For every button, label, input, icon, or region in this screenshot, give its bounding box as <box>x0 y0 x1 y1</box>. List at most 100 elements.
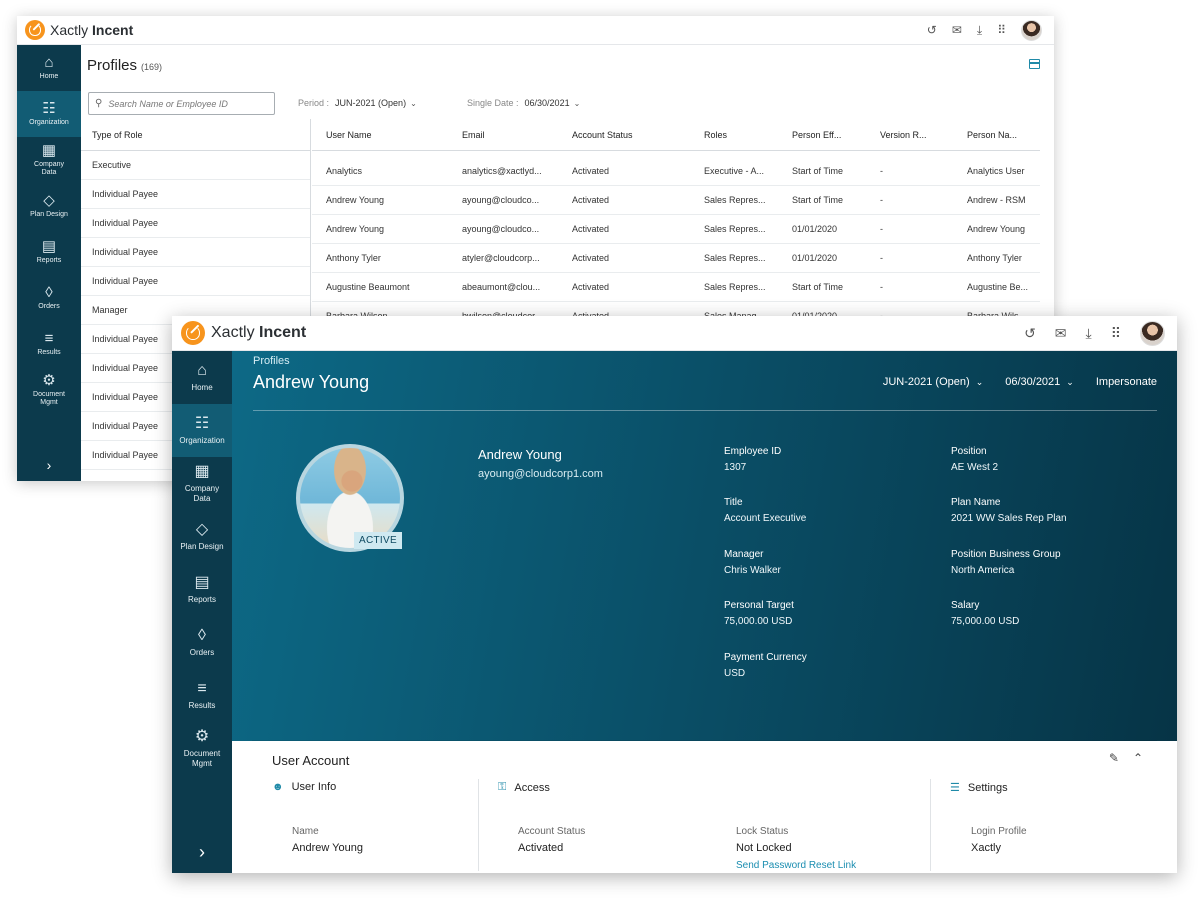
table-header: User Name Email Account Status Roles Person … <box>312 119 1040 151</box>
profile-name-text: Andrew Young <box>478 447 562 462</box>
nav-results[interactable]: ≡ Results <box>17 321 81 367</box>
mail-icon[interactable]: ✉ <box>1055 325 1067 342</box>
nav-organization[interactable]: ☷ Organization <box>17 91 81 137</box>
nav-reports[interactable]: ▤ Reports <box>17 229 81 275</box>
xactly-logo[interactable]: Xactly Incent <box>181 321 306 345</box>
nav-organization[interactable]: ☷ Organization <box>172 404 232 457</box>
role-cell: Individual Payee <box>92 218 159 228</box>
brand-name-light: Xactly <box>50 22 89 38</box>
download-icon[interactable]: ⤓ <box>1086 325 1092 342</box>
period-filter[interactable]: Period : JUN-2021 (Open) ⌄ <box>298 98 417 108</box>
history-icon[interactable]: ↺ <box>927 23 937 37</box>
field-employee-id: Employee ID 1307 <box>724 444 781 475</box>
table-cell: Start of Time <box>792 166 844 176</box>
column-header[interactable]: Email <box>448 130 558 140</box>
field-label: Lock Status <box>736 826 789 837</box>
table-row[interactable]: Individual Payee <box>81 209 310 238</box>
user-icon: ☻ <box>272 781 284 793</box>
table-row[interactable]: Individual Payee <box>81 180 310 209</box>
chevron-down-icon: ⌄ <box>410 99 417 108</box>
table-cell: Analytics <box>326 166 363 176</box>
page-title-text: Andrew Young <box>253 372 370 392</box>
nav-document-mgmt[interactable]: ⚙ Document Mgmt <box>172 722 232 775</box>
role-column-header[interactable]: Type of Role <box>81 119 310 151</box>
field-label: Position <box>951 446 987 457</box>
single-date-filter[interactable]: Single Date : 06/30/2021 ⌄ <box>467 98 580 108</box>
table-row[interactable]: Andrew Young ayoung@cloudco... Activated Sa… <box>312 186 1040 215</box>
table-row[interactable]: Anthony Tyler atyler@cloudcorp... Activate… <box>312 244 1040 273</box>
xactly-logo[interactable]: Xactly Incent <box>25 20 133 40</box>
field-value: Not Locked <box>736 842 792 854</box>
profile-header: Profiles Andrew Young JUN-2021 (Open) ⌄ 0… <box>232 351 1177 741</box>
column-header[interactable]: Person Na... <box>953 130 1033 140</box>
column-header[interactable]: User Name <box>312 130 448 140</box>
nav-reports[interactable]: ▤ Reports <box>172 563 232 616</box>
role-cell: Individual Payee <box>92 276 159 286</box>
field-position: Position AE West 2 <box>951 444 998 475</box>
column-header[interactable]: Roles <box>690 130 778 140</box>
column-header[interactable]: Account Status <box>558 130 690 140</box>
shapes-icon: ◇ <box>43 191 55 209</box>
user-avatar[interactable] <box>1021 19 1042 41</box>
layout-toggle-icon[interactable] <box>1029 59 1040 69</box>
nav-home[interactable]: ⌂ Home <box>17 45 81 91</box>
mail-icon[interactable]: ✉ <box>952 23 962 37</box>
table-cell: 01/01/2020 <box>792 253 838 263</box>
table-icon: ▦ <box>194 463 210 481</box>
download-icon[interactable]: ⤓ <box>977 23 982 38</box>
field-value: 75,000.00 USD <box>951 615 1020 627</box>
impersonate-button[interactable]: Impersonate <box>1096 376 1157 388</box>
table-cell: atyler@cloudcorp... <box>462 253 540 263</box>
table-cell: Andrew Young <box>967 224 1026 234</box>
column-header[interactable]: Person Eff... <box>778 130 866 140</box>
send-password-reset-link[interactable]: Send Password Reset Link <box>736 860 856 871</box>
table-cell: Start of Time <box>792 282 844 292</box>
nav-plan-design[interactable]: ◇ Plan Design <box>17 183 81 229</box>
expand-sidebar-chevron-icon[interactable]: › <box>17 457 81 473</box>
table-row[interactable]: Individual Payee <box>81 238 310 267</box>
table-row[interactable]: Executive <box>81 151 310 180</box>
xactly-logo-mark-icon <box>25 20 45 40</box>
apps-grid-icon[interactable]: ⠿ <box>997 23 1006 37</box>
table-cell: - <box>880 253 883 263</box>
nav-results[interactable]: ≡ Results <box>172 669 232 722</box>
apps-grid-icon[interactable]: ⠿ <box>1111 325 1121 342</box>
table-cell: Augustine Be... <box>967 282 1029 292</box>
nav-orders[interactable]: ◊ Orders <box>17 275 81 321</box>
nav-plan-design[interactable]: ◇ Plan Design <box>172 510 232 563</box>
history-icon[interactable]: ↺ <box>1024 325 1036 342</box>
table-cell: Activated <box>572 282 610 292</box>
breadcrumb[interactable]: Profiles <box>253 355 290 367</box>
page-title-text: Profiles <box>87 57 138 74</box>
nav-document-mgmt-label: Document Mgmt <box>183 749 221 768</box>
nav-reports-label: Reports <box>187 594 216 604</box>
table-row[interactable]: Individual Payee <box>81 267 310 296</box>
column-header[interactable]: Version R... <box>866 130 953 140</box>
table-row[interactable]: Andrew Young ayoung@cloudco... Activated Sa… <box>312 215 1040 244</box>
checklist-icon: ≡ <box>44 329 54 347</box>
expand-sidebar-chevron-icon[interactable]: › <box>172 842 232 863</box>
field-label: Position Business Group <box>951 549 1061 560</box>
user-account-card: User Account ✎ ⌃ ☻ User Info ⚿ Access ☰ … <box>252 741 1157 873</box>
nav-document-mgmt[interactable]: ⚙ Document Mgmt <box>17 367 81 413</box>
search-input[interactable]: ⚲ Search Name or Employee ID <box>88 92 275 115</box>
field-value: AE West 2 <box>951 461 999 473</box>
nav-company-data[interactable]: ▦ Company Data <box>172 457 232 510</box>
profile-count: (169) <box>141 62 163 72</box>
edit-pencil-icon[interactable]: ✎ <box>1109 751 1119 765</box>
table-row[interactable]: Augustine Beaumont abeaumont@clou... Activ… <box>312 273 1040 302</box>
status-badge: ACTIVE <box>354 532 402 549</box>
user-avatar[interactable] <box>1140 320 1165 346</box>
field-label: Account Status <box>518 826 586 837</box>
field-lock-status: Lock Status Not Locked <box>736 824 792 858</box>
table-row[interactable]: Analytics analytics@xactlyd... Activated Ex… <box>312 157 1040 186</box>
nav-company-data[interactable]: ▦ Company Data <box>17 137 81 183</box>
collapse-chevron-up-icon[interactable]: ⌃ <box>1133 751 1143 765</box>
nav-home-label: Home <box>39 72 59 80</box>
period-select[interactable]: JUN-2021 (Open) ⌄ <box>883 376 983 388</box>
nav-home[interactable]: ⌂ Home <box>172 351 232 404</box>
field-value: 2021 WW Sales Rep Plan <box>951 512 1067 524</box>
nav-orders[interactable]: ◊ Orders <box>172 616 232 669</box>
date-select[interactable]: 06/30/2021 ⌄ <box>1005 376 1074 388</box>
field-value: 75,000.00 USD <box>724 615 793 627</box>
